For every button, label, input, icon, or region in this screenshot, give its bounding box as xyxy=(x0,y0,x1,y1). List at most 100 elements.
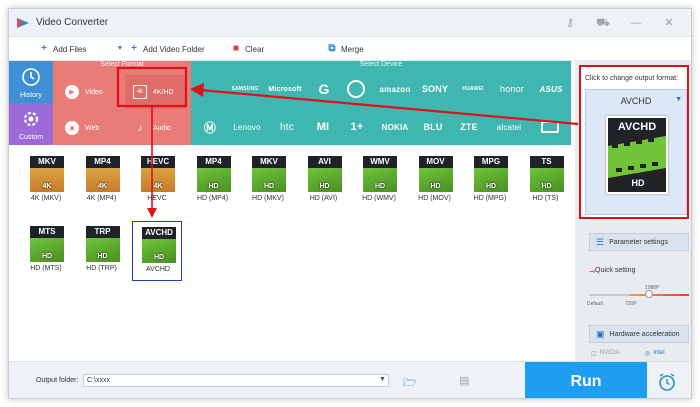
output-format-name: AVCHD xyxy=(620,96,652,106)
add-files-button[interactable]: + Add Files xyxy=(39,42,86,56)
alarm-clock-icon[interactable] xyxy=(657,372,677,392)
format-item[interactable]: MTS HD HD (MTS) xyxy=(21,221,71,281)
brand-htc[interactable]: htc xyxy=(269,111,305,143)
format-tile-badge: HD xyxy=(85,238,120,262)
merge-button[interactable]: ⧉ Merge xyxy=(327,42,363,56)
format-item[interactable]: AVCHD HD AVCHD xyxy=(132,221,182,281)
lg-icon[interactable] xyxy=(341,73,371,105)
format-caption: HD (TS) xyxy=(532,195,559,202)
minimize-button[interactable]: — xyxy=(627,14,645,32)
brand-zte[interactable]: ZTE xyxy=(453,111,485,143)
format-tile-badge: HD xyxy=(363,168,397,192)
format-tile-icon: AVCHD HD xyxy=(142,227,176,263)
speaker-icon: ♪ xyxy=(137,122,143,134)
category-video[interactable]: ▶ Video xyxy=(57,75,119,109)
format-caption: 4K (MP4) xyxy=(86,195,117,202)
brand-mi[interactable]: MI xyxy=(307,111,339,143)
format-item[interactable]: MPG HD HD (MPG) xyxy=(465,151,515,211)
format-tile-badge: HD xyxy=(418,168,453,192)
brand-blu[interactable]: BLU xyxy=(417,111,449,143)
folder-dropdown-icon[interactable]: ▼ xyxy=(379,376,386,383)
format-tile-badge: HD xyxy=(142,239,176,263)
open-folder-icon[interactable]: 🗁 xyxy=(403,374,417,393)
select-format-section: Select Format ▶ Video 4k 4K/HD ◉ Web ♪ A… xyxy=(53,61,191,145)
format-item[interactable]: MOV HD HD (MOV) xyxy=(410,151,460,211)
brand-amazon[interactable]: amazon xyxy=(375,73,415,105)
format-tile-badge: HD xyxy=(474,168,508,192)
format-item[interactable]: MP4 4K 4K (MP4) xyxy=(77,151,127,211)
format-tile-icon: MTS HD xyxy=(30,226,64,262)
select-device-header: Select Device xyxy=(359,61,403,68)
tab-custom-label: Custom xyxy=(18,134,44,141)
format-caption: HD (MPG) xyxy=(473,195,507,202)
output-format-selector[interactable]: AVCHD ▼ AVCHD HD xyxy=(585,89,687,215)
tv-icon[interactable] xyxy=(531,111,569,143)
tab-history[interactable]: History xyxy=(9,61,53,103)
motorola-icon[interactable]: Ⓜ xyxy=(193,111,227,143)
format-item[interactable]: WMV HD HD (WMV) xyxy=(354,151,404,211)
quality-slider-knob[interactable] xyxy=(645,290,653,298)
app-title: Video Converter xyxy=(36,17,109,28)
avchd-icon-sub: HD xyxy=(626,176,650,190)
merge-icon: ⧉ xyxy=(328,43,336,54)
brand-microsoft[interactable]: Microsoft xyxy=(263,73,307,105)
format-tile-badge-text: HD xyxy=(97,253,108,260)
tab-custom[interactable]: Custom xyxy=(9,103,53,145)
format-tile-badge: HD xyxy=(196,168,231,192)
category-web-label: Web xyxy=(85,124,100,132)
clock-icon xyxy=(22,68,40,86)
category-audio-label: Audio xyxy=(153,124,171,132)
format-tile-icon: MOV HD xyxy=(418,156,453,192)
key-icon[interactable]: ⚷ xyxy=(561,14,579,32)
brand-nokia[interactable]: NOKIA xyxy=(377,111,413,143)
quality-slider-track[interactable] xyxy=(589,294,689,296)
film-strip-icon xyxy=(608,136,666,178)
run-button[interactable]: Run xyxy=(525,362,647,398)
format-tile-badge-text: 4K xyxy=(153,183,163,190)
hardware-acceleration-button[interactable]: ▣ Hardware acceleration xyxy=(589,325,689,343)
folder-settings-icon[interactable]: ▤ xyxy=(459,374,469,387)
category-web[interactable]: ◉ Web xyxy=(57,111,119,145)
format-tile-name: TRP xyxy=(85,226,120,238)
output-format-box[interactable]: Click to change output format: AVCHD ▼ A… xyxy=(579,65,689,219)
clear-button[interactable]: ■ Clear xyxy=(231,42,264,56)
oneplus-icon[interactable]: 1+ xyxy=(341,111,373,143)
plus-icon: + xyxy=(41,43,47,54)
brand-alcatel[interactable]: alcatel xyxy=(489,111,529,143)
format-item[interactable]: TRP HD HD (TRP) xyxy=(77,221,127,281)
brand-sony[interactable]: SONY xyxy=(417,73,453,105)
brand-lenovo[interactable]: Lenovo xyxy=(227,111,267,143)
format-item[interactable]: MP4 HD HD (MP4) xyxy=(188,151,238,211)
format-item[interactable]: MKV 4K 4K (MKV) xyxy=(21,151,71,211)
format-tile-icon: AVI HD xyxy=(307,156,342,192)
nvidia-option[interactable]: ◫ NVIDIA xyxy=(591,347,620,359)
format-item[interactable]: MKV HD HD (MKV) xyxy=(243,151,293,211)
brand-huawei[interactable]: HUAWEI xyxy=(455,73,491,105)
close-button[interactable]: ✕ xyxy=(660,14,678,32)
format-tile-icon: MPG HD xyxy=(474,156,508,192)
google-icon[interactable]: G xyxy=(309,73,339,105)
format-tile-badge: HD xyxy=(252,168,286,192)
output-folder-input[interactable]: C:\xxxx xyxy=(83,374,389,387)
format-tile-name: HEVC xyxy=(141,156,175,168)
format-item[interactable]: TS HD HD (TS) xyxy=(521,151,571,211)
category-audio[interactable]: ♪ Audio xyxy=(125,111,187,145)
avchd-format-icon: AVCHD HD xyxy=(606,116,668,194)
category-4k-hd[interactable]: 4k 4K/HD xyxy=(125,75,187,109)
format-item[interactable]: HEVC 4K HEVC xyxy=(132,151,182,211)
parameter-settings-button[interactable]: ☰ Parameter settings xyxy=(589,233,689,251)
tick-default: Default xyxy=(587,301,603,307)
apple-icon[interactable] xyxy=(193,73,227,105)
brand-samsung[interactable]: SAMSUNG xyxy=(227,73,263,105)
format-tile-badge: 4K xyxy=(141,168,175,192)
cart-icon[interactable]: ⛟ xyxy=(594,14,612,32)
nvidia-icon: ◫ xyxy=(591,350,597,357)
add-video-folder-button[interactable]: ▼ + Add Video Folder xyxy=(115,42,205,56)
intel-option[interactable]: ◎ Intel xyxy=(645,347,665,359)
brand-honor[interactable]: honor xyxy=(493,73,531,105)
format-tile-name: MOV xyxy=(418,156,453,168)
bottom-bar: Output folder: C:\xxxx ▼ 🗁 ▤ Run xyxy=(9,361,691,398)
brand-asus[interactable]: ASUS xyxy=(533,73,569,105)
format-item[interactable]: AVI HD HD (AVI) xyxy=(299,151,349,211)
format-tile-name: MP4 xyxy=(196,156,231,168)
